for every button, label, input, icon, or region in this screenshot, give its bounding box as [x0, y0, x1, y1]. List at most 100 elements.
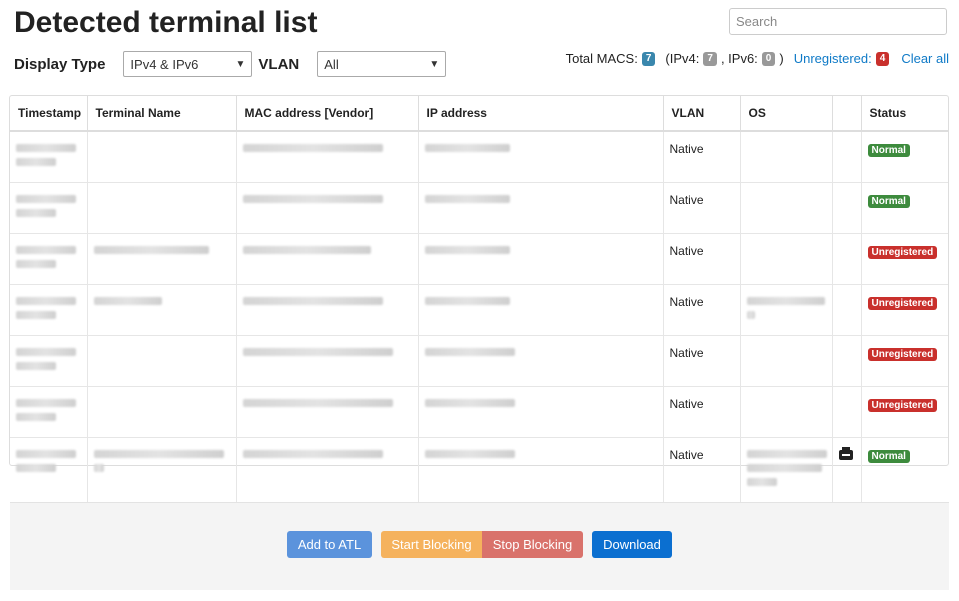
timestamp-cell — [10, 335, 88, 387]
device-icon-cell — [832, 233, 862, 285]
mac-cell — [236, 437, 419, 502]
terminal-name-cell — [87, 437, 237, 502]
clear-all-link[interactable]: Clear all — [901, 51, 949, 66]
download-button[interactable]: Download — [592, 531, 672, 558]
mac-cell — [236, 130, 419, 183]
device-icon-cell — [832, 437, 862, 502]
status-badge: Normal — [867, 450, 910, 463]
timestamp-cell — [10, 386, 88, 438]
vlan-select[interactable]: All ▼ — [317, 51, 447, 77]
status-badge: Unregistered — [867, 399, 938, 412]
table-row[interactable]: Native Unregistered — [10, 335, 948, 387]
status-cell: Normal — [861, 130, 948, 183]
add-to-atl-button[interactable]: Add to ATL — [287, 531, 372, 558]
vlan-cell: Native — [663, 233, 741, 285]
os-cell — [740, 284, 833, 336]
status-badge: Normal — [867, 144, 910, 157]
device-icon-cell — [832, 386, 862, 438]
ipv6-badge: 0 — [761, 51, 776, 66]
status-cell: Unregistered — [861, 386, 948, 438]
chevron-down-icon: ▼ — [429, 58, 440, 70]
os-cell — [740, 437, 833, 502]
status-cell: Unregistered — [861, 284, 948, 336]
display-type-value: IPv4 & IPv6 — [130, 56, 199, 72]
ip-cell — [418, 233, 664, 285]
table-header: Timestamp Terminal Name MAC address [Ven… — [10, 96, 948, 132]
terminal-table: Timestamp Terminal Name MAC address [Ven… — [9, 95, 949, 502]
terminal-name-cell — [87, 182, 237, 234]
ip-cell — [418, 386, 664, 438]
column-header[interactable]: VLAN — [663, 96, 741, 132]
status-cell: Unregistered — [861, 335, 948, 387]
table-row[interactable]: Native Normal — [10, 437, 948, 502]
column-header[interactable]: Terminal Name — [87, 96, 237, 132]
column-header[interactable]: IP address — [418, 96, 664, 132]
close-paren: ) — [779, 51, 784, 66]
column-header[interactable]: Status — [861, 96, 948, 132]
status-badge: Unregistered — [867, 297, 938, 310]
column-header[interactable]: OS — [740, 96, 833, 132]
column-header[interactable]: MAC address [Vendor] — [236, 96, 419, 132]
timestamp-cell — [10, 437, 88, 502]
mac-cell — [236, 284, 419, 336]
status-badge: Unregistered — [867, 348, 938, 361]
vlan-cell: Native — [663, 182, 741, 234]
filter-bar: Display Type IPv4 & IPv6 ▼ VLAN All ▼ — [14, 50, 447, 78]
stop-blocking-button[interactable]: Stop Blocking — [482, 531, 583, 558]
page-title: Detected terminal list — [14, 6, 318, 39]
total-macs-badge: 7 — [641, 51, 656, 66]
vlan-cell: Native — [663, 437, 741, 502]
device-icon-cell — [832, 182, 862, 234]
terminal-name-cell — [87, 335, 237, 387]
action-footer: Add to ATL Start Blocking Stop Blocking … — [10, 502, 949, 590]
os-cell — [740, 386, 833, 438]
timestamp-cell — [10, 233, 88, 285]
ip-cell — [418, 130, 664, 183]
table-row[interactable]: Native Normal — [10, 182, 948, 234]
vlan-cell: Native — [663, 386, 741, 438]
vlan-cell: Native — [663, 335, 741, 387]
column-header — [832, 96, 862, 132]
vlan-cell: Native — [663, 284, 741, 336]
timestamp-cell — [10, 284, 88, 336]
ip-cell — [418, 182, 664, 234]
os-cell — [740, 233, 833, 285]
status-badge: Normal — [867, 195, 910, 208]
table-row[interactable]: Native Unregistered — [10, 233, 948, 285]
column-header[interactable]: Timestamp — [10, 96, 88, 132]
ipv4-label: (IPv4: — [665, 51, 700, 66]
device-icon-cell — [832, 335, 862, 387]
ip-cell — [418, 437, 664, 502]
display-type-select[interactable]: IPv4 & IPv6 ▼ — [123, 51, 253, 77]
device-icon-cell — [832, 284, 862, 336]
search-input[interactable] — [729, 8, 947, 35]
status-cell: Normal — [861, 437, 948, 502]
ip-cell — [418, 335, 664, 387]
table-row[interactable]: Native Unregistered — [10, 386, 948, 438]
timestamp-cell — [10, 182, 88, 234]
mac-stats: Total MACS: 7 (IPv4: 7 , IPv6: 0 ) Unreg… — [566, 51, 949, 66]
unregistered-link[interactable]: Unregistered: — [794, 51, 872, 66]
terminal-name-cell — [87, 386, 237, 438]
os-cell — [740, 130, 833, 183]
vlan-label: VLAN — [258, 55, 300, 73]
ipv6-label: , IPv6: — [720, 51, 758, 66]
table-row[interactable]: Native Unregistered — [10, 284, 948, 336]
start-blocking-button[interactable]: Start Blocking — [381, 531, 482, 558]
device-icon-cell — [832, 130, 862, 183]
status-cell: Normal — [861, 182, 948, 234]
os-cell — [740, 182, 833, 234]
terminal-name-cell — [87, 130, 237, 183]
table-row[interactable]: Native Normal — [10, 130, 948, 183]
mac-cell — [236, 335, 419, 387]
timestamp-cell — [10, 130, 88, 183]
vlan-cell: Native — [663, 130, 741, 183]
ip-cell — [418, 284, 664, 336]
chevron-down-icon: ▼ — [235, 58, 246, 70]
mac-cell — [236, 233, 419, 285]
printer-icon — [838, 447, 853, 460]
status-cell: Unregistered — [861, 233, 948, 285]
os-cell — [740, 335, 833, 387]
mac-cell — [236, 386, 419, 438]
total-macs-label: Total MACS: — [565, 51, 638, 66]
